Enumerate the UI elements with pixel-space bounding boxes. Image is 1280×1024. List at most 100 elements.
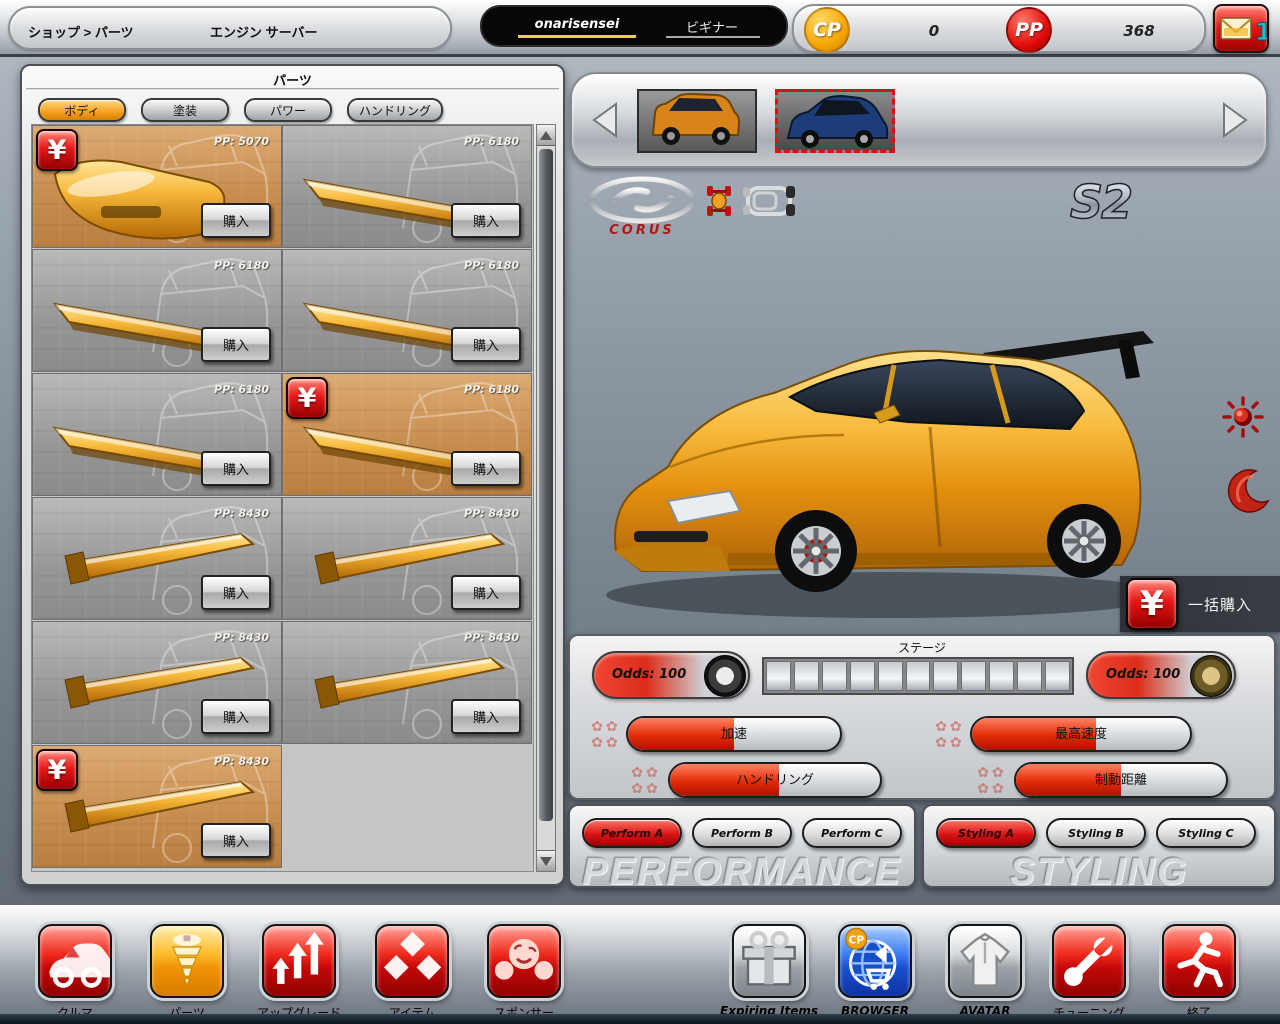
toolbar-browser-button[interactable]: CPBROWSER bbox=[838, 924, 912, 998]
toolbar-avatar-button[interactable]: AVATAR bbox=[948, 924, 1022, 998]
bulk-buy-yen-button[interactable]: ¥ bbox=[1126, 578, 1178, 630]
stage-segment[interactable] bbox=[933, 661, 958, 691]
buy-button[interactable]: 購入 bbox=[201, 699, 271, 734]
scroll-down-button[interactable] bbox=[537, 850, 555, 871]
part-item[interactable]: PP: 8430購入 bbox=[32, 497, 282, 620]
corus-brand-logo: CORUS bbox=[585, 176, 703, 238]
toolbar-car-button[interactable]: クルマ bbox=[38, 924, 112, 998]
toolbar-parts-button[interactable]: パーツ bbox=[150, 924, 224, 998]
stage-segment[interactable] bbox=[989, 661, 1014, 691]
blue-hatch-image bbox=[778, 92, 896, 152]
carousel-right-arrow[interactable] bbox=[1220, 102, 1250, 138]
car-icon bbox=[40, 926, 110, 996]
game-screen: ショップ > パーツ エンジン サーバー onarisensei ビギナー CP… bbox=[0, 0, 1280, 1024]
stage-segment[interactable] bbox=[822, 661, 847, 691]
stage-segment[interactable] bbox=[1017, 661, 1042, 691]
buy-button[interactable]: 購入 bbox=[201, 203, 271, 238]
offroad-tire-icon bbox=[1190, 655, 1232, 697]
perform-a-button[interactable]: Perform A bbox=[582, 818, 682, 848]
buy-button[interactable]: 購入 bbox=[451, 203, 521, 238]
odds-left-gauge: Odds: 100 bbox=[592, 651, 750, 699]
tab-塗装[interactable]: 塗装 bbox=[141, 98, 229, 122]
svg-text:CP: CP bbox=[849, 935, 865, 947]
part-item[interactable]: PP: 6180¥購入 bbox=[282, 373, 532, 496]
orange-suv-image bbox=[639, 91, 751, 149]
buy-button[interactable]: 購入 bbox=[451, 451, 521, 486]
perform-c-button[interactable]: Perform C bbox=[802, 818, 902, 848]
odds-right-gauge: Odds: 100 bbox=[1086, 651, 1236, 699]
night-mode-moon-icon[interactable] bbox=[1226, 468, 1270, 514]
stage-segment-bar bbox=[762, 657, 1074, 695]
toolbar-upgrade-button[interactable]: アップグレード bbox=[262, 924, 336, 998]
stage-segment[interactable] bbox=[878, 661, 903, 691]
odds-right-label: Odds: 100 bbox=[1106, 667, 1180, 682]
scrollbar-thumb[interactable] bbox=[539, 149, 553, 821]
part-item[interactable]: PP: 6180購入 bbox=[282, 249, 532, 372]
street-tire-icon bbox=[704, 655, 746, 697]
part-price: PP: 6180 bbox=[214, 259, 269, 272]
parts-panel: パーツ ボディ塗装パワーハンドリング PP: 5070¥購入PP: 6180購入… bbox=[20, 64, 565, 886]
toolbar-sponsor-button[interactable]: スポンサー bbox=[487, 924, 561, 998]
stage-segment[interactable] bbox=[1045, 661, 1070, 691]
toolbar-tuning-button[interactable]: チューニング bbox=[1052, 924, 1126, 998]
mail-icon: 1 bbox=[1215, 6, 1267, 51]
styling-a-button[interactable]: Styling A bbox=[936, 818, 1036, 848]
chassis-view-icon[interactable] bbox=[703, 184, 735, 218]
toolbar-item-button[interactable]: アイテム bbox=[375, 924, 449, 998]
part-item[interactable]: PP: 8430¥購入 bbox=[32, 745, 282, 868]
tab-パワー[interactable]: パワー bbox=[244, 98, 332, 122]
player-rank: ビギナー bbox=[662, 17, 762, 36]
stat-bar-3[interactable]: ハンドリング bbox=[668, 762, 882, 798]
part-item[interactable]: PP: 8430購入 bbox=[32, 621, 282, 744]
player-id-pill: onarisensei ビギナー bbox=[480, 5, 788, 47]
buy-button[interactable]: 購入 bbox=[201, 575, 271, 610]
part-item[interactable]: PP: 6180購入 bbox=[282, 125, 532, 248]
part-price: PP: 8430 bbox=[464, 631, 519, 644]
tab-ハンドリング[interactable]: ハンドリング bbox=[347, 98, 443, 122]
mail-button[interactable]: 1 bbox=[1213, 4, 1269, 53]
day-mode-sun-icon[interactable] bbox=[1222, 396, 1264, 438]
stage-segment[interactable] bbox=[961, 661, 986, 691]
part-item[interactable]: PP: 6180 購入 bbox=[32, 249, 282, 372]
buy-button[interactable]: 購入 bbox=[201, 451, 271, 486]
stat-bar-1[interactable]: 加速 bbox=[626, 716, 842, 752]
stage-segment[interactable] bbox=[794, 661, 819, 691]
stage-segment[interactable] bbox=[906, 661, 931, 691]
toolbar-exit-button[interactable]: 終了 bbox=[1162, 924, 1236, 998]
toolbar-gift-button[interactable]: Expiring Items bbox=[732, 924, 806, 998]
part-item[interactable]: PP: 5070¥購入 bbox=[32, 125, 282, 248]
buy-button[interactable]: 購入 bbox=[451, 327, 521, 362]
carousel-thumb-orange-suv[interactable] bbox=[637, 89, 757, 153]
part-item[interactable]: PP: 8430購入 bbox=[282, 497, 532, 620]
buy-button[interactable]: 購入 bbox=[451, 575, 521, 610]
currency-pill: CP 0 PP 368 bbox=[792, 4, 1206, 53]
stage-segment[interactable] bbox=[766, 661, 791, 691]
stage-segment[interactable] bbox=[850, 661, 875, 691]
part-item[interactable]: PP: 8430 購入 bbox=[282, 621, 532, 744]
carousel-thumb-blue-hatch[interactable] bbox=[775, 89, 895, 153]
player-username: onarisensei bbox=[512, 17, 642, 32]
styling-c-button[interactable]: Styling C bbox=[1156, 818, 1256, 848]
car-body-view-icon[interactable] bbox=[740, 184, 798, 218]
avatar-icon bbox=[950, 926, 1020, 996]
breadcrumb-pill: ショップ > パーツ エンジン サーバー bbox=[8, 6, 452, 50]
stat-label: 加速 bbox=[628, 718, 840, 750]
styling-b-button[interactable]: Styling B bbox=[1046, 818, 1146, 848]
breadcrumb[interactable]: ショップ > パーツ bbox=[28, 22, 134, 41]
stat-bar-4[interactable]: 制動距離 bbox=[1014, 762, 1228, 798]
pp-value: 368 bbox=[1114, 22, 1164, 40]
part-item[interactable]: PP: 6180購入 bbox=[32, 373, 282, 496]
buy-button[interactable]: 購入 bbox=[201, 823, 271, 858]
owned-yen-icon: ¥ bbox=[36, 749, 78, 791]
styling-watermark: STYLING bbox=[924, 851, 1274, 888]
rear-wheel bbox=[1047, 504, 1121, 578]
tab-ボディ[interactable]: ボディ bbox=[38, 98, 126, 122]
buy-button[interactable]: 購入 bbox=[451, 699, 521, 734]
perform-b-button[interactable]: Perform B bbox=[692, 818, 792, 848]
carousel-left-arrow[interactable] bbox=[590, 102, 620, 138]
parts-scrollbar[interactable] bbox=[536, 124, 556, 872]
bulk-buy-label[interactable]: 一括購入 bbox=[1188, 594, 1252, 615]
buy-button[interactable]: 購入 bbox=[201, 327, 271, 362]
stat-bar-2[interactable]: 最高速度 bbox=[970, 716, 1192, 752]
scroll-up-button[interactable] bbox=[537, 125, 555, 146]
